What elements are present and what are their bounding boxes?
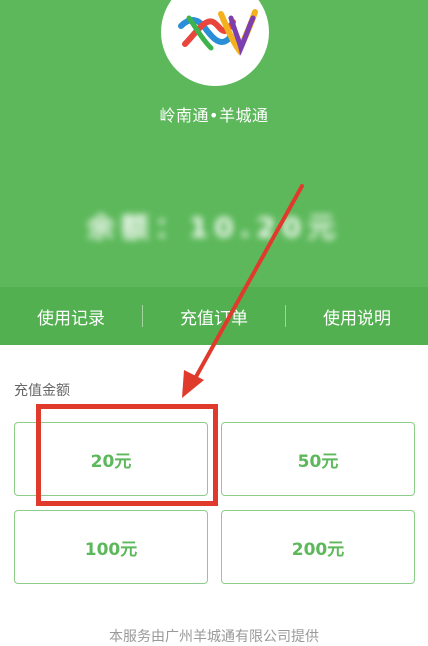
header: 岭南通•羊城通 余额：10.20元 使用记录 充值订单 使用说明 — [0, 0, 428, 345]
footer-provider-note: 本服务由广州羊城通有限公司提供 — [109, 629, 319, 645]
amount-100-button[interactable]: 100元 — [14, 510, 208, 584]
nav-recharge-orders[interactable]: 充值订单 — [143, 304, 285, 329]
nav-usage-records[interactable]: 使用记录 — [0, 304, 142, 329]
app-logo — [161, 0, 269, 86]
amount-200-button[interactable]: 200元 — [221, 510, 415, 584]
logo-icon — [178, 9, 258, 56]
nav-usage-instructions[interactable]: 使用说明 — [286, 304, 428, 329]
amount-20-button[interactable]: 20元 — [14, 422, 208, 496]
amount-50-button[interactable]: 50元 — [221, 422, 415, 496]
nav-bar: 使用记录 充值订单 使用说明 — [0, 287, 428, 345]
recharge-amount-label: 充值金额 — [14, 383, 70, 399]
app-name: 岭南通•羊城通 — [159, 106, 269, 125]
balance-display: 余额：10.20元 — [86, 211, 342, 244]
